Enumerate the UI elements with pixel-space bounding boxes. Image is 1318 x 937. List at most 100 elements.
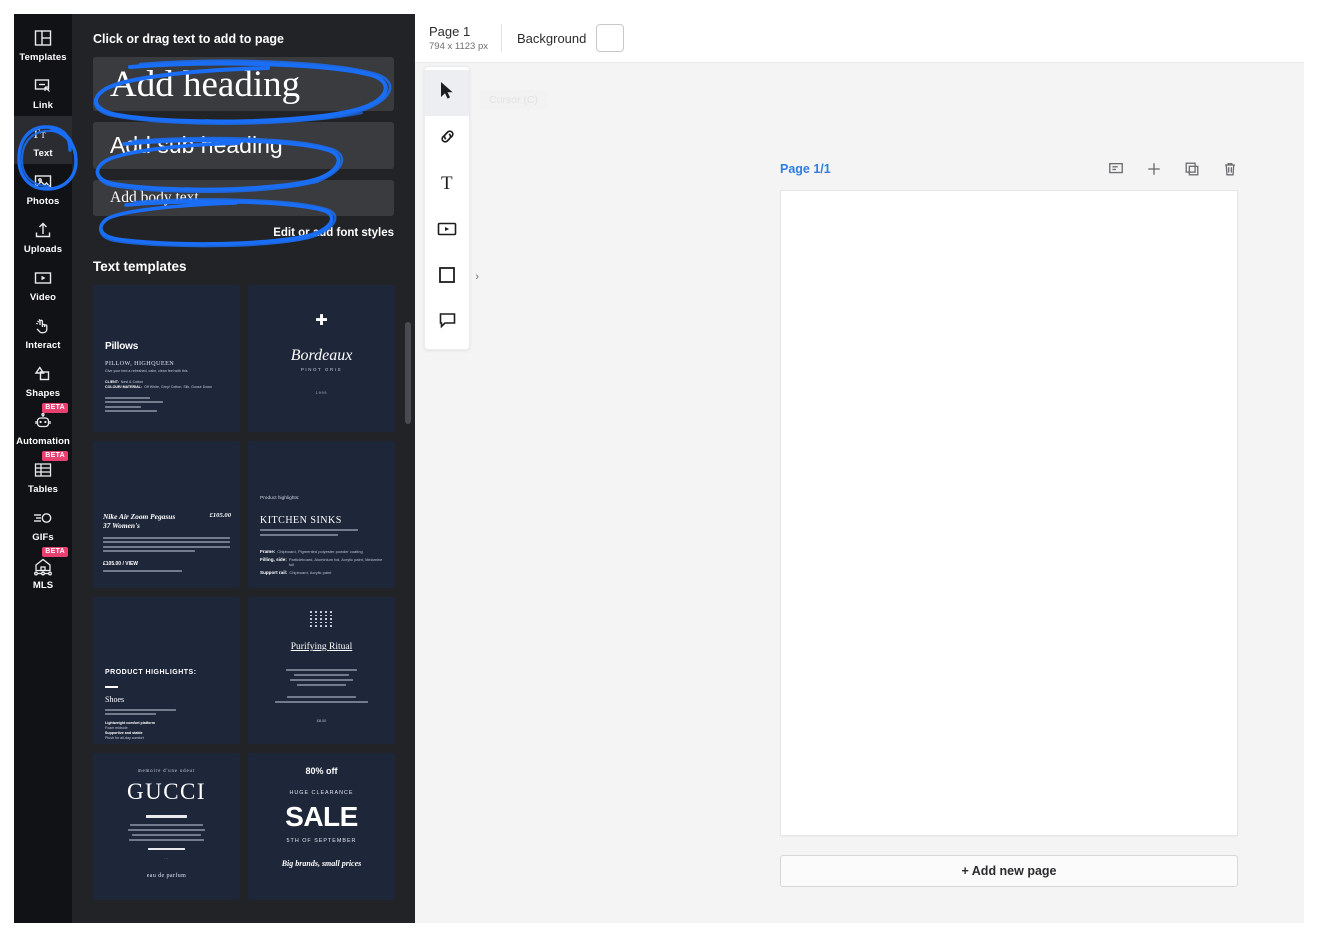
beta-badge: BETA <box>42 547 68 557</box>
template-card-purifying-ritual[interactable]: Purifying Ritual £8.00 <box>248 597 395 744</box>
templates-icon <box>32 27 54 49</box>
svg-text:T: T <box>40 130 46 140</box>
sidebar-item-label: Link <box>33 100 53 111</box>
template-kicker: PINOT GRIS <box>300 367 343 372</box>
sidebar-item-label: Tables <box>28 484 58 495</box>
panel-scrollbar[interactable] <box>405 322 411 424</box>
template-kicker: memoire d'une odeur <box>137 769 196 774</box>
shape-tool[interactable]: › <box>425 254 479 300</box>
edit-font-styles-link[interactable]: Edit or add font styles <box>93 227 394 239</box>
background-control: Background <box>502 24 625 52</box>
text-t-icon: T <box>438 172 457 198</box>
background-label: Background <box>516 30 587 46</box>
sidebar-item-gifs[interactable]: GIFs <box>14 500 72 548</box>
sidebar-item-label: Interact <box>25 340 61 351</box>
add-subheading-label: Add sub heading <box>110 132 283 158</box>
template-heading: PRODUCT HIGHLIGHTS: <box>105 669 197 676</box>
page-header: Page 1/1 <box>780 156 1238 182</box>
square-icon <box>438 266 456 289</box>
page-counter: Page 1/1 <box>780 162 831 176</box>
add-subheading-button[interactable]: Add sub heading <box>93 122 394 169</box>
template-card-kitchen-sinks[interactable]: Product highlights: KITCHEN SINKS Frame:… <box>248 441 395 588</box>
sidebar-item-tables[interactable]: BETA Tables <box>14 451 72 500</box>
background-color-swatch[interactable] <box>596 24 625 52</box>
template-spec-value: Particleboard, Aluminium foil, Acrylic p… <box>288 557 383 567</box>
link-icon <box>32 75 54 97</box>
video-icon <box>437 221 457 242</box>
template-subheading: Shoes <box>105 695 125 704</box>
text-tool[interactable]: T <box>425 162 469 208</box>
panel-title: Click or drag text to add to page <box>93 32 284 46</box>
text-icon: T T <box>32 123 54 145</box>
template-caption: Give your bed a refreshed, calm, clean f… <box>105 368 188 373</box>
add-body-text-button[interactable]: Add body text <box>93 180 394 216</box>
comment-icon <box>438 311 457 335</box>
page-thumbnail[interactable] <box>780 190 1238 836</box>
template-slogan: Big brands, small prices <box>281 859 362 868</box>
template-price: £8.00 <box>316 719 327 723</box>
shapes-icon <box>32 363 54 385</box>
vertical-toolbar: T › <box>424 66 479 350</box>
automation-icon <box>32 411 54 433</box>
left-sidebar: Templates Link T T Text Photos Uploads V… <box>14 14 72 923</box>
link-tool[interactable] <box>425 116 469 162</box>
page-actions <box>1108 161 1238 177</box>
sidebar-item-label: Automation <box>16 436 70 447</box>
mls-icon <box>32 555 54 577</box>
sidebar-item-mls[interactable]: BETA MLS <box>14 547 72 596</box>
sidebar-item-templates[interactable]: Templates <box>14 20 72 68</box>
sidebar-item-text[interactable]: T T Text <box>14 116 72 164</box>
dot-grid-icon <box>248 611 395 627</box>
comment-icon[interactable] <box>1108 161 1124 177</box>
interact-icon <box>32 315 54 337</box>
sidebar-item-link[interactable]: Link <box>14 68 72 116</box>
template-card-sale[interactable]: 80% off HUGE CLEARANCE SALE 5TH OF SEPTE… <box>248 753 395 900</box>
chevron-right-icon[interactable]: › <box>475 271 479 283</box>
sidebar-item-photos[interactable]: Photos <box>14 164 72 212</box>
template-card-nike[interactable]: Nike Air Zoom Pegasus 37 Women's £105.00… <box>93 441 240 588</box>
template-heading: Nike Air Zoom Pegasus <box>103 511 176 521</box>
template-card-product-highlights[interactable]: PRODUCT HIGHLIGHTS: Shoes Lightweight co… <box>93 597 240 744</box>
trash-icon[interactable] <box>1222 161 1238 177</box>
sidebar-item-interact[interactable]: Interact <box>14 308 72 356</box>
sidebar-item-label: Shapes <box>25 388 61 399</box>
add-new-page-button[interactable]: + Add new page <box>780 855 1238 887</box>
template-card-gucci[interactable]: memoire d'une odeur GUCCI ··· eau de par… <box>93 753 240 900</box>
page-meta: Page 1 794 x 1123 px <box>415 24 501 53</box>
photos-icon <box>32 171 54 193</box>
canvas-topbar: Page 1 794 x 1123 px Background <box>415 14 1304 63</box>
text-templates-title: Text templates <box>93 259 187 274</box>
template-card-pillows[interactable]: Pillows PILLOW, HIGHQUEEN Give your bed … <box>93 285 240 432</box>
cursor-tool[interactable] <box>425 70 469 116</box>
beta-badge: BETA <box>42 451 68 461</box>
sidebar-item-automation[interactable]: BETA Automation <box>14 403 72 452</box>
fleur-de-lis-icon: ✚ <box>315 312 328 329</box>
sidebar-item-shapes[interactable]: Shapes <box>14 356 72 404</box>
cursor-icon <box>439 81 456 105</box>
sidebar-item-label: Photos <box>26 196 60 207</box>
sidebar-item-video[interactable]: Video <box>14 260 72 308</box>
page-size: 794 x 1123 px <box>429 40 488 52</box>
video-tool[interactable] <box>425 208 469 254</box>
beta-badge: BETA <box>42 403 68 413</box>
sidebar-item-label: Video <box>29 292 57 303</box>
template-kicker: Product highlights: <box>260 496 300 501</box>
template-spec-key: Frame: <box>260 549 276 554</box>
add-new-page-label: + Add new page <box>961 864 1057 878</box>
template-year: 1995 <box>315 391 328 395</box>
template-price: £105.00 <box>209 511 231 519</box>
template-signature: ··· <box>164 857 169 861</box>
sidebar-item-label: Templates <box>19 52 67 63</box>
comment-tool[interactable] <box>425 300 469 346</box>
plus-icon[interactable] <box>1146 161 1162 177</box>
template-card-bordeaux[interactable]: ✚ Bordeaux PINOT GRIS 1995 <box>248 285 395 432</box>
template-heading: KITCHEN SINKS <box>260 515 342 526</box>
sidebar-item-uploads[interactable]: Uploads <box>14 212 72 260</box>
template-date: 5TH OF SEPTEMBER <box>286 838 357 844</box>
template-heading: GUCCI <box>126 779 207 804</box>
cursor-tooltip: Cursor (C) <box>480 90 547 110</box>
svg-text:T: T <box>441 173 453 193</box>
add-heading-button[interactable]: Add heading <box>93 57 394 111</box>
duplicate-icon[interactable] <box>1184 161 1200 177</box>
link-icon <box>438 127 457 151</box>
